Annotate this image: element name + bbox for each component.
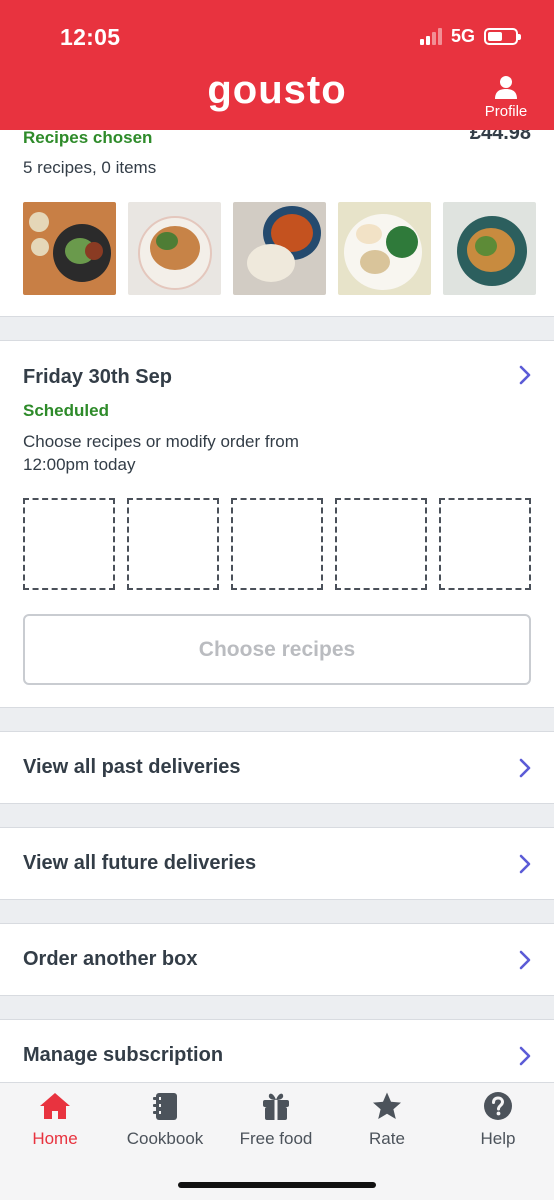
row-label: Order another box <box>23 948 198 970</box>
tab-label: Cookbook <box>126 1129 204 1148</box>
profile-label: Profile <box>484 103 528 120</box>
choose-recipes-button[interactable]: Choose recipes <box>23 614 531 685</box>
network-type: 5G <box>450 26 475 46</box>
delivery-date: Friday 30th Sep <box>23 366 172 388</box>
signal-icon <box>419 28 442 45</box>
row-label: Manage subscription <box>23 1044 224 1066</box>
person-icon <box>495 76 517 99</box>
status-time: 12:05 <box>60 24 121 50</box>
battery-icon <box>484 28 521 45</box>
star-icon <box>373 1092 401 1119</box>
recipes-count: 5 recipes, 0 items <box>23 158 157 177</box>
recipe-image[interactable] <box>233 202 326 295</box>
app-header: 12:05 5G gousto Profile <box>0 0 554 130</box>
chevron-right-icon <box>519 950 531 970</box>
future-deliveries-link[interactable]: View all future deliveries <box>0 827 554 900</box>
chevron-right-icon[interactable] <box>518 364 532 386</box>
recipe-image[interactable] <box>443 202 536 295</box>
recipe-thumbnails <box>23 202 536 295</box>
tab-label: Rate <box>369 1129 405 1148</box>
tab-home[interactable]: Home <box>0 1091 110 1149</box>
tab-cookbook[interactable]: Cookbook <box>110 1091 220 1149</box>
empty-recipe-slot[interactable] <box>335 498 427 590</box>
profile-button[interactable]: Profile <box>480 74 532 120</box>
recipe-image[interactable] <box>338 202 431 295</box>
home-indicator <box>178 1182 376 1188</box>
help-icon <box>484 1092 512 1120</box>
empty-recipe-slot[interactable] <box>231 498 323 590</box>
recipe-slots <box>23 498 531 590</box>
app-logo: gousto <box>207 68 347 112</box>
recipe-image[interactable] <box>128 202 221 295</box>
tab-help[interactable]: Help <box>443 1091 553 1149</box>
delivery-description: Choose recipes or modify order from 12:0… <box>23 432 299 474</box>
row-label: View all future deliveries <box>23 852 257 874</box>
chevron-right-icon <box>519 758 531 778</box>
tab-label: Help <box>480 1129 516 1148</box>
chevron-right-icon <box>519 1046 531 1066</box>
recipes-chosen-title: Recipes chosen <box>23 128 153 147</box>
order-another-box-link[interactable]: Order another box <box>0 923 554 996</box>
gift-icon <box>263 1093 289 1120</box>
delivery-status: Scheduled <box>23 401 109 420</box>
tab-label: Home <box>32 1129 78 1148</box>
chevron-right-icon <box>519 854 531 874</box>
cookbook-icon <box>153 1093 177 1120</box>
recipe-image[interactable] <box>23 202 116 295</box>
tab-label: Free food <box>239 1129 313 1148</box>
empty-recipe-slot[interactable] <box>23 498 115 590</box>
tab-rate[interactable]: Rate <box>332 1091 442 1149</box>
tab-free-food[interactable]: Free food <box>221 1091 331 1149</box>
empty-recipe-slot[interactable] <box>127 498 219 590</box>
status-indicators: 5G <box>419 26 521 47</box>
past-deliveries-link[interactable]: View all past deliveries <box>0 731 554 804</box>
row-label: View all past deliveries <box>23 756 241 778</box>
home-icon <box>40 1093 70 1119</box>
empty-recipe-slot[interactable] <box>439 498 531 590</box>
